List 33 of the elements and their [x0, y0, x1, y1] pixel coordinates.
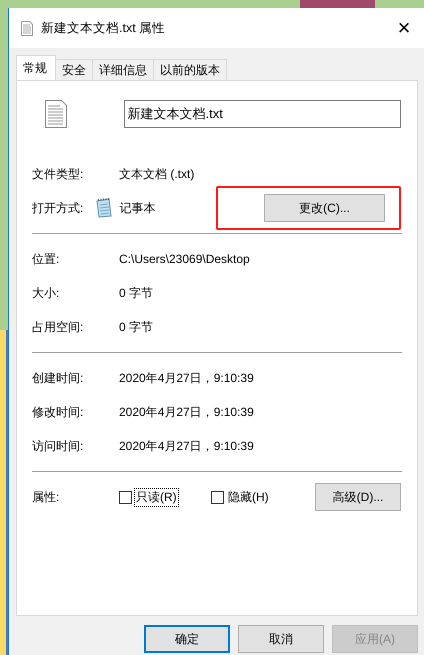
field-value: 0 字节 — [119, 318, 154, 336]
field-value: 2020年4月27日，9:10:39 — [119, 404, 254, 420]
app-name: 记事本 — [119, 200, 156, 216]
close-button[interactable]: × — [384, 15, 424, 41]
field-label: 文件类型: — [32, 166, 84, 182]
notepad-icon — [95, 198, 114, 218]
field-label: 属性: — [32, 488, 60, 506]
field-value: 2020年4月27日，9:10:39 — [119, 438, 254, 454]
field-value: 2020年4月27日，9:10:39 — [119, 370, 254, 386]
field-label: 访问时间: — [32, 438, 84, 454]
dialog-button[interactable]: 确定 — [144, 625, 230, 653]
field-value: 0 字节 — [119, 284, 154, 302]
dialog-button[interactable]: 取消 — [238, 625, 324, 653]
document-icon — [45, 100, 67, 128]
checkbox[interactable] — [211, 490, 224, 504]
tab[interactable]: 以前的版本 — [153, 59, 227, 80]
field-label: 位置: — [32, 250, 60, 268]
field-label: 创建时间: — [32, 370, 84, 386]
window-title: 新建文本文档.txt 属性 — [41, 20, 166, 36]
field-label: 大小: — [32, 284, 60, 302]
document-icon — [21, 20, 33, 36]
checkbox-label[interactable]: 隐藏(H) — [226, 488, 271, 506]
checkbox-label[interactable]: 只读(R) — [134, 488, 179, 506]
field-value: 文本文档 (.txt) — [119, 166, 194, 182]
change-button[interactable]: 更改(C)... — [264, 194, 385, 222]
checkbox[interactable] — [119, 490, 132, 504]
field-value: C:\Users\23069\Desktop — [119, 252, 250, 266]
field-label: 打开方式: — [32, 200, 84, 216]
field-label: 修改时间: — [32, 404, 84, 420]
tab[interactable]: 常规 — [16, 55, 56, 80]
advanced-button[interactable]: 高级(D)... — [315, 483, 401, 511]
field-label: 占用空间: — [32, 318, 84, 336]
file-name-field[interactable]: 新建文本文档.txt — [124, 100, 401, 128]
